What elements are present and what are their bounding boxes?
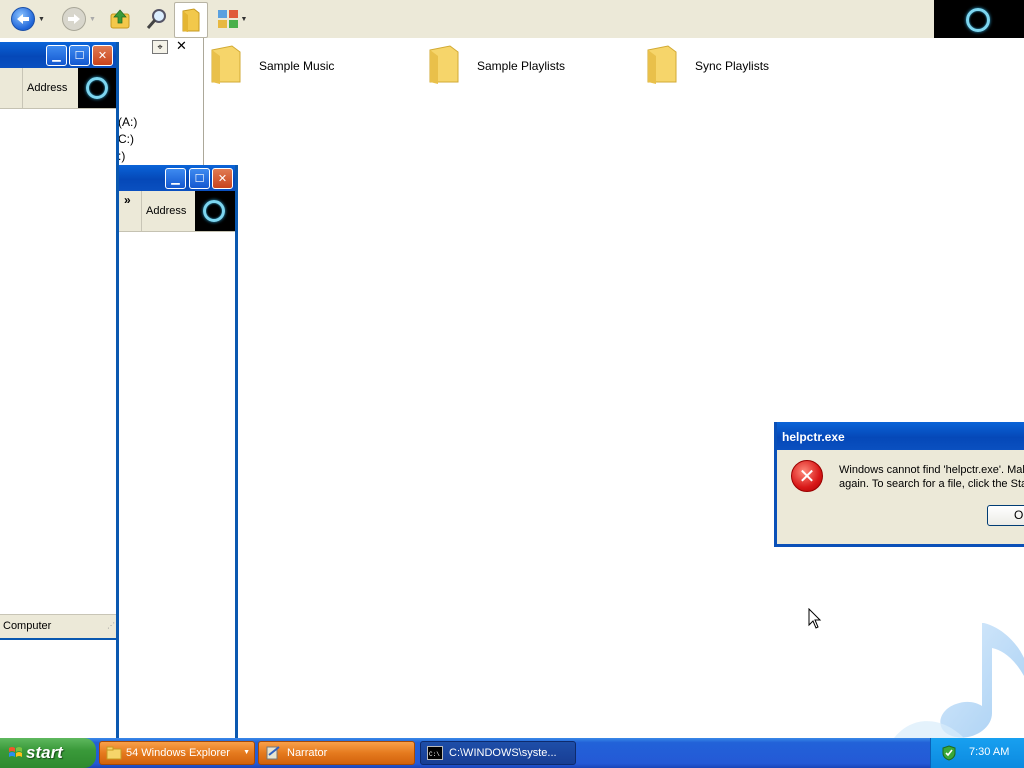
- views-icon: [217, 10, 238, 28]
- windows-logo-throbber: [78, 68, 116, 108]
- dialog-title: helpctr.exe: [782, 430, 845, 444]
- svg-text:C:\: C:\: [429, 751, 440, 758]
- close-button[interactable]: ✕: [92, 45, 113, 66]
- more-chevron-icon[interactable]: »: [124, 193, 131, 207]
- forward-arrow-icon: [62, 7, 87, 31]
- folder-icon: [647, 45, 677, 84]
- dialog-titlebar[interactable]: helpctr.exe: [777, 422, 1024, 450]
- status-bar: Computer ⋰: [0, 614, 119, 638]
- mouse-cursor-icon: [808, 608, 822, 629]
- folder-label[interactable]: Sync Playlists: [695, 59, 769, 73]
- taskbar-item-cmd[interactable]: C:\ C:\WINDOWS\syste...: [420, 741, 576, 765]
- folder-icon: [429, 45, 459, 84]
- explorer-toolbar: ▼ ▼ ▼: [0, 0, 1024, 39]
- resize-grip-icon[interactable]: ⋰: [107, 621, 115, 630]
- search-button[interactable]: [142, 4, 172, 34]
- folder-label[interactable]: Sample Music: [259, 59, 334, 73]
- folder-content-area: [204, 38, 1024, 738]
- minimize-button[interactable]: ▁: [165, 168, 186, 189]
- maximize-button[interactable]: ☐: [189, 168, 210, 189]
- start-label: start: [26, 743, 63, 762]
- window-titlebar[interactable]: ▁ ☐ ✕: [119, 165, 235, 191]
- throbber-ring-icon: [966, 8, 990, 32]
- explorer-window-1: ▁ ☐ ✕ Address Computer ⋰: [0, 42, 119, 640]
- chevron-down-icon: ▼: [38, 15, 45, 23]
- address-label: Address: [146, 205, 187, 217]
- taskbar: start 54 Windows Explorer ▼ Narrator C:\…: [0, 738, 1024, 768]
- back-button[interactable]: ▼: [8, 4, 48, 34]
- throbber-ring-icon: [203, 200, 225, 222]
- pin-icon[interactable]: ⌖: [152, 40, 168, 54]
- ok-button[interactable]: Ok: [987, 505, 1024, 526]
- taskbar-item-label: C:\WINDOWS\syste...: [449, 747, 557, 759]
- address-label-box: Address: [141, 191, 195, 231]
- chevron-down-icon: ▼: [89, 15, 96, 23]
- dialog-message-line-1: Windows cannot find 'helpctr.exe'. Mak: [839, 464, 1024, 476]
- back-arrow-icon: [11, 7, 36, 31]
- dialog-message-line-2: again. To search for a file, click the S…: [839, 478, 1024, 490]
- tree-item-drive-a[interactable]: (A:): [118, 115, 137, 129]
- explorer-window-2: ▁ ☐ ✕ » Address: [116, 165, 238, 740]
- folder-label[interactable]: Sample Playlists: [477, 59, 565, 73]
- minimize-button[interactable]: ▁: [46, 45, 67, 66]
- up-button[interactable]: [106, 4, 134, 34]
- chevron-down-icon: ▼: [243, 749, 250, 756]
- address-bar-strip: Address: [0, 68, 116, 109]
- clock[interactable]: 7:30 AM: [969, 746, 1009, 758]
- address-label: Address: [27, 82, 68, 94]
- system-tray: 7:30 AM: [930, 738, 1024, 768]
- tree-item-drive-c[interactable]: C:): [118, 132, 134, 146]
- close-pane-icon[interactable]: ✕: [176, 38, 187, 54]
- security-shield-icon[interactable]: [941, 745, 957, 761]
- taskbar-item-label: Narrator: [287, 747, 328, 759]
- folders-button[interactable]: [174, 2, 208, 38]
- window-titlebar[interactable]: ▁ ☐ ✕: [0, 42, 116, 68]
- views-button[interactable]: ▼: [214, 4, 250, 34]
- folder-item[interactable]: [210, 44, 242, 87]
- forward-button[interactable]: ▼: [58, 4, 100, 34]
- error-icon: ✕: [791, 460, 823, 492]
- narrator-icon: [266, 746, 280, 760]
- folder-group-icon: [106, 746, 122, 760]
- close-button[interactable]: ✕: [212, 168, 233, 189]
- folder-up-icon: [110, 9, 130, 29]
- taskbar-item-windows-explorer[interactable]: 54 Windows Explorer ▼: [99, 741, 255, 765]
- address-bar-strip: » Address: [119, 191, 235, 232]
- folder-icon: [211, 45, 241, 84]
- windows-logo-throbber: [934, 0, 1024, 38]
- folder-item[interactable]: [428, 44, 460, 87]
- music-note-watermark-icon: [894, 623, 1024, 738]
- status-text: Computer: [3, 620, 52, 632]
- maximize-button[interactable]: ☐: [69, 45, 90, 66]
- windows-flag-icon: [9, 747, 22, 757]
- folder-pane-header: ⌖ ✕: [152, 38, 200, 56]
- chevron-down-icon: ▼: [240, 15, 248, 23]
- search-icon: [146, 9, 166, 29]
- tree-item-drive[interactable]: :): [118, 149, 125, 163]
- folder-item[interactable]: [646, 44, 678, 87]
- folders-icon: [182, 8, 200, 32]
- windows-logo-throbber: [195, 191, 235, 231]
- dialog-body: ✕ Windows cannot find 'helpctr.exe'. Mak…: [777, 450, 1024, 544]
- error-dialog: helpctr.exe ✕ Windows cannot find 'helpc…: [774, 422, 1024, 547]
- throbber-ring-icon: [86, 77, 108, 99]
- command-prompt-icon: C:\: [427, 746, 443, 760]
- taskbar-item-narrator[interactable]: Narrator: [258, 741, 415, 765]
- taskbar-item-label: 54 Windows Explorer: [126, 747, 230, 759]
- start-button[interactable]: start: [0, 738, 96, 768]
- address-label-box: Address: [22, 68, 76, 108]
